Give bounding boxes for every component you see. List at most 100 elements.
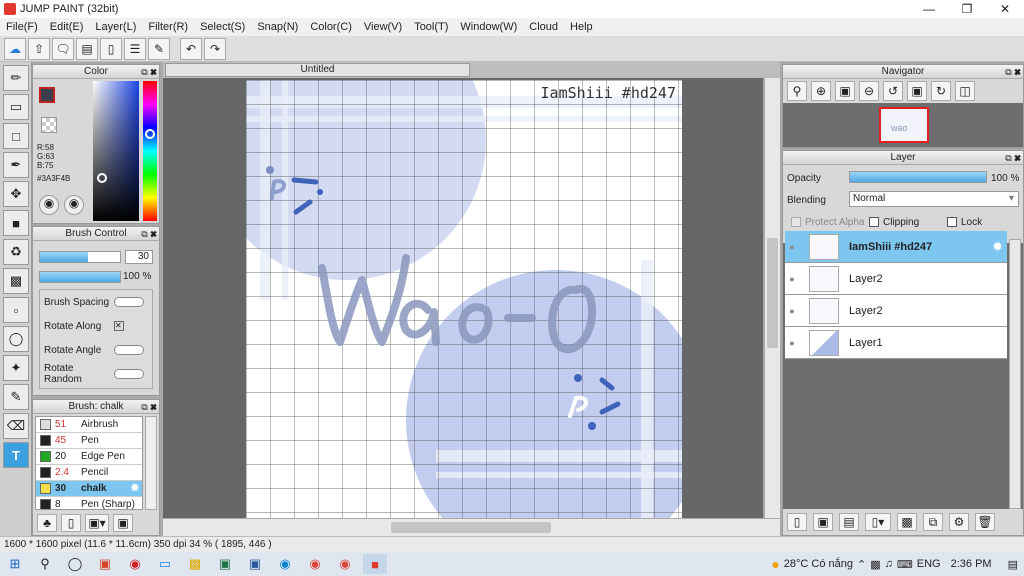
new-brush-icon[interactable]: ▯ xyxy=(61,514,81,532)
visibility-icon[interactable]: ● xyxy=(785,274,799,284)
panel-close-icon[interactable]: ⧉ ✖ xyxy=(141,66,157,79)
comment-icon[interactable]: ▤ xyxy=(76,37,98,60)
windows-start-icon[interactable]: ⊞ xyxy=(3,554,27,574)
reset-view-icon[interactable]: ▣ xyxy=(907,81,927,101)
protect-alpha-checkbox[interactable] xyxy=(791,217,801,227)
undo-icon[interactable]: ↶ xyxy=(180,37,202,60)
rotate-angle-row[interactable]: Rotate Angle xyxy=(40,338,152,362)
folder-icon[interactable]: ▩ xyxy=(897,513,917,531)
chevron-up-icon[interactable]: ⌃ xyxy=(857,558,866,571)
magic-wand-tool[interactable]: ✦ xyxy=(3,355,29,381)
foreground-color-swatch[interactable] xyxy=(39,87,55,103)
powerpoint-icon[interactable]: ▣ xyxy=(93,554,117,574)
horizontal-scrollbar[interactable] xyxy=(163,518,780,536)
music-app-icon[interactable]: ◉ xyxy=(123,554,147,574)
menu-snap[interactable]: Snap(N) xyxy=(251,21,304,33)
bucket-tool[interactable]: ♻ xyxy=(3,239,29,265)
search-icon[interactable]: ⚲ xyxy=(33,554,57,574)
visibility-icon[interactable]: ● xyxy=(785,306,799,316)
flip-icon[interactable]: ◫ xyxy=(955,81,975,101)
close-button[interactable]: ✕ xyxy=(986,0,1024,18)
brush-item-edge-pen[interactable]: 20 Edge Pen xyxy=(36,449,142,465)
panel-close-icon[interactable]: ⧉ ✖ xyxy=(141,401,157,414)
input-language[interactable]: ENG xyxy=(917,558,941,570)
lock-checkbox[interactable] xyxy=(947,217,957,227)
task-view-icon[interactable]: ◯ xyxy=(63,554,87,574)
cloud-icon[interactable]: ☁ xyxy=(4,37,26,60)
rotate-along-checkbox[interactable]: ✕ xyxy=(114,321,124,331)
rotate-angle-slider[interactable] xyxy=(114,345,144,355)
ellipse-select-tool[interactable]: ◯ xyxy=(3,326,29,352)
edit-icon[interactable]: ✎ xyxy=(148,37,170,60)
zoom-in-icon[interactable]: ⊕ xyxy=(811,81,831,101)
document-tab[interactable]: Untitled xyxy=(165,63,470,77)
panel-close-icon[interactable]: ⧉ ✖ xyxy=(1005,66,1021,79)
blending-select[interactable]: Normal ▾ xyxy=(849,191,1019,207)
list-icon[interactable]: ☰ xyxy=(124,37,146,60)
brush-size-slider[interactable] xyxy=(39,251,121,263)
monitor-icon[interactable]: ▭ xyxy=(153,554,177,574)
brush-opacity-slider[interactable] xyxy=(39,271,121,283)
pen-tool[interactable]: ✒ xyxy=(3,152,29,178)
brush-size-value[interactable]: 30 xyxy=(125,250,153,264)
saturation-value-picker[interactable] xyxy=(93,81,139,221)
palette-icon[interactable]: ◉ xyxy=(39,195,59,215)
menu-edit[interactable]: Edit(E) xyxy=(44,21,90,33)
layer-row[interactable]: ● IamShiii #hd247 ✹ xyxy=(785,231,1007,263)
palette-edit-icon[interactable]: ◉ xyxy=(64,195,84,215)
select-pen-tool[interactable]: ✎ xyxy=(3,384,29,410)
fill-rect-tool[interactable]: ■ xyxy=(3,210,29,236)
volume-icon[interactable]: ♫ xyxy=(885,558,893,570)
menu-file[interactable]: File(F) xyxy=(0,21,44,33)
brush-shape-icon[interactable]: ♣ xyxy=(37,514,57,532)
redo-icon[interactable]: ↷ xyxy=(204,37,226,60)
zoom-out-icon[interactable]: ⊖ xyxy=(859,81,879,101)
rotate-along-row[interactable]: Rotate Along ✕ xyxy=(40,314,152,338)
brush-spacing-row[interactable]: Brush Spacing xyxy=(40,290,152,314)
layer-row[interactable]: ● Layer2 xyxy=(785,263,1007,295)
rotate-left-icon[interactable]: ↺ xyxy=(883,81,903,101)
drawing-canvas[interactable]: IamShiii #hd247 xyxy=(246,80,682,518)
network-icon[interactable]: ▩ xyxy=(870,558,880,571)
rotate-random-slider[interactable] xyxy=(114,369,144,379)
eraser-tool[interactable]: ▭ xyxy=(3,94,29,120)
weather-text[interactable]: 28°C Có nắng xyxy=(784,558,853,570)
jump-paint-taskbar-icon[interactable]: ■ xyxy=(363,554,387,574)
layer-opacity-slider[interactable] xyxy=(849,171,987,183)
brush-item-chalk[interactable]: 30 chalk ✹ xyxy=(36,481,142,497)
visibility-icon[interactable]: ● xyxy=(785,242,799,252)
menu-color[interactable]: Color(C) xyxy=(304,21,358,33)
new-layer-set-icon[interactable]: ▣ xyxy=(813,513,833,531)
maximize-button[interactable]: ❐ xyxy=(948,0,986,18)
merge-layer-icon[interactable]: ⧉ xyxy=(923,513,943,531)
chrome-icon[interactable]: ◉ xyxy=(303,554,327,574)
select-eraser-tool[interactable]: ⌫ xyxy=(3,413,29,439)
edge-icon[interactable]: ◉ xyxy=(273,554,297,574)
brush-menu-icon[interactable]: ▣▾ xyxy=(85,514,109,532)
rect-select-tool[interactable]: □ xyxy=(3,123,29,149)
gradient-tool[interactable]: ▩ xyxy=(3,268,29,294)
gear-icon[interactable]: ✹ xyxy=(131,483,139,494)
navigator-preview[interactable]: wao xyxy=(879,107,929,143)
file-explorer-icon[interactable]: ▩ xyxy=(183,554,207,574)
duplicate-layer-icon[interactable]: ▤ xyxy=(839,513,859,531)
menu-filter[interactable]: Filter(R) xyxy=(142,21,194,33)
brush-item-pencil[interactable]: 2.4 Pencil xyxy=(36,465,142,481)
menu-layer[interactable]: Layer(L) xyxy=(89,21,142,33)
clipping-checkbox[interactable] xyxy=(869,217,879,227)
panel-close-icon[interactable]: ⧉ ✖ xyxy=(1005,152,1021,165)
speech-icon[interactable]: 🗨 xyxy=(52,37,74,60)
lasso-select-tool[interactable]: ▫ xyxy=(3,297,29,323)
trash-icon[interactable]: 🗑 xyxy=(975,513,995,531)
rotate-right-icon[interactable]: ↻ xyxy=(931,81,951,101)
menu-cloud[interactable]: Cloud xyxy=(523,21,564,33)
chrome-profile-icon[interactable]: ◉ xyxy=(333,554,357,574)
hue-slider[interactable] xyxy=(143,81,157,221)
page-icon[interactable]: ▯ xyxy=(100,37,122,60)
brush-item-pen-sharp[interactable]: 8 Pen (Sharp) xyxy=(36,497,142,509)
panel-close-icon[interactable]: ⧉ ✖ xyxy=(141,228,157,241)
notification-icon[interactable]: ▤ xyxy=(1008,558,1018,571)
layer-row[interactable]: ● Layer1 xyxy=(785,327,1007,359)
delete-brush-icon[interactable]: ▣ xyxy=(113,514,133,532)
layer-scrollbar[interactable] xyxy=(1009,239,1021,509)
